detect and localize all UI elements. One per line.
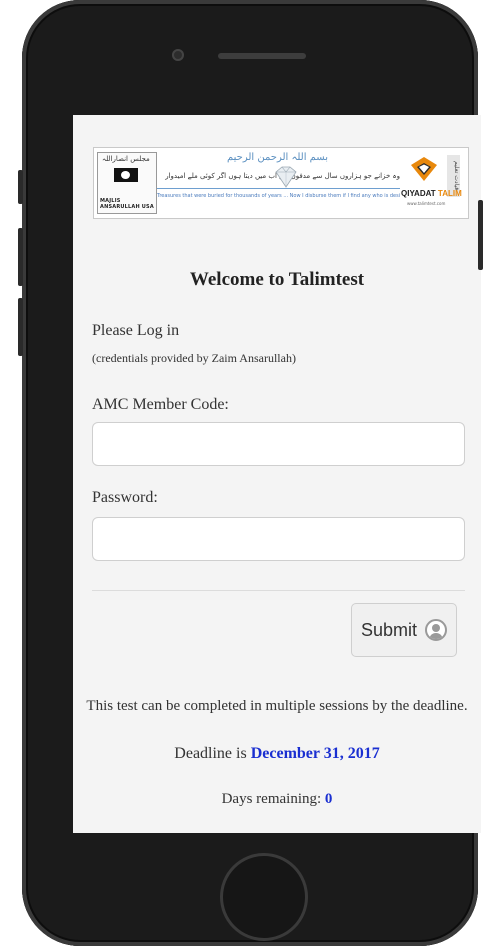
deadline-text: Deadline is December 31, 2017 [73,745,481,763]
diamond-icon [275,166,297,188]
qiyadat-site-text: www.talimtest.com [407,201,446,206]
speaker-grille [218,53,306,59]
header-banner: مجلس انصاراللہ MAJLIS ANSARULLAH USA بسم… [93,147,469,219]
form-divider [92,590,465,591]
submit-label: Submit [360,619,418,640]
volume-down-button [18,298,23,356]
phone-frame: مجلس انصاراللہ MAJLIS ANSARULLAH USA بسم… [22,0,481,946]
login-screen: مجلس انصاراللہ MAJLIS ANSARULLAH USA بسم… [73,115,481,833]
qiyadat-talim-logo: قیادت تعلیم QIYADAT TALIM www.talimtest.… [401,151,465,213]
english-quote-text: Treasures that were buried for thousands… [157,193,400,199]
days-remaining-label: Days remaining: [221,791,325,807]
password-label: Password: [92,489,158,506]
days-remaining: Days remaining: 0 [73,791,481,808]
days-remaining-value: 0 [324,791,333,807]
silent-switch [18,170,23,204]
talim-word: TALIM [437,189,462,198]
camera-icon [172,49,184,61]
member-code-input[interactable] [92,422,465,466]
flag-icon [114,168,138,182]
volume-up-button [18,228,23,286]
home-button[interactable] [220,853,308,941]
majlis-logo-text: مجلس انصاراللہ [102,155,150,163]
submit-button[interactable]: Submit [351,603,457,657]
majlis-logo-caption: MAJLIS ANSARULLAH USA [100,198,154,210]
deadline-date: December 31, 2017 [250,745,380,762]
power-button [478,200,483,270]
banner-divider [157,188,400,189]
member-code-label: AMC Member Code: [92,396,229,413]
sessions-note: This test can be completed in multiple s… [86,698,468,714]
credentials-note: (credentials provided by Zaim Ansarullah… [92,351,296,365]
deadline-prefix: Deadline is [174,745,251,762]
majlis-logo: مجلس انصاراللہ MAJLIS ANSARULLAH USA [97,152,157,214]
qiyadat-talim-name: QIYADAT TALIM [401,189,462,198]
bismillah-text: بسم اللہ الرحمن الرحیم [227,152,329,163]
user-icon [425,619,448,641]
banner-quote: بسم اللہ الرحمن الرحیم وہ خزانے جو ہزارو… [157,152,400,214]
login-heading: Please Log in [92,322,180,339]
page-title: Welcome to Talimtest [189,269,365,290]
qiyadat-word: QIYADAT [401,189,436,198]
book-icon [411,157,437,181]
password-input[interactable] [92,517,465,561]
